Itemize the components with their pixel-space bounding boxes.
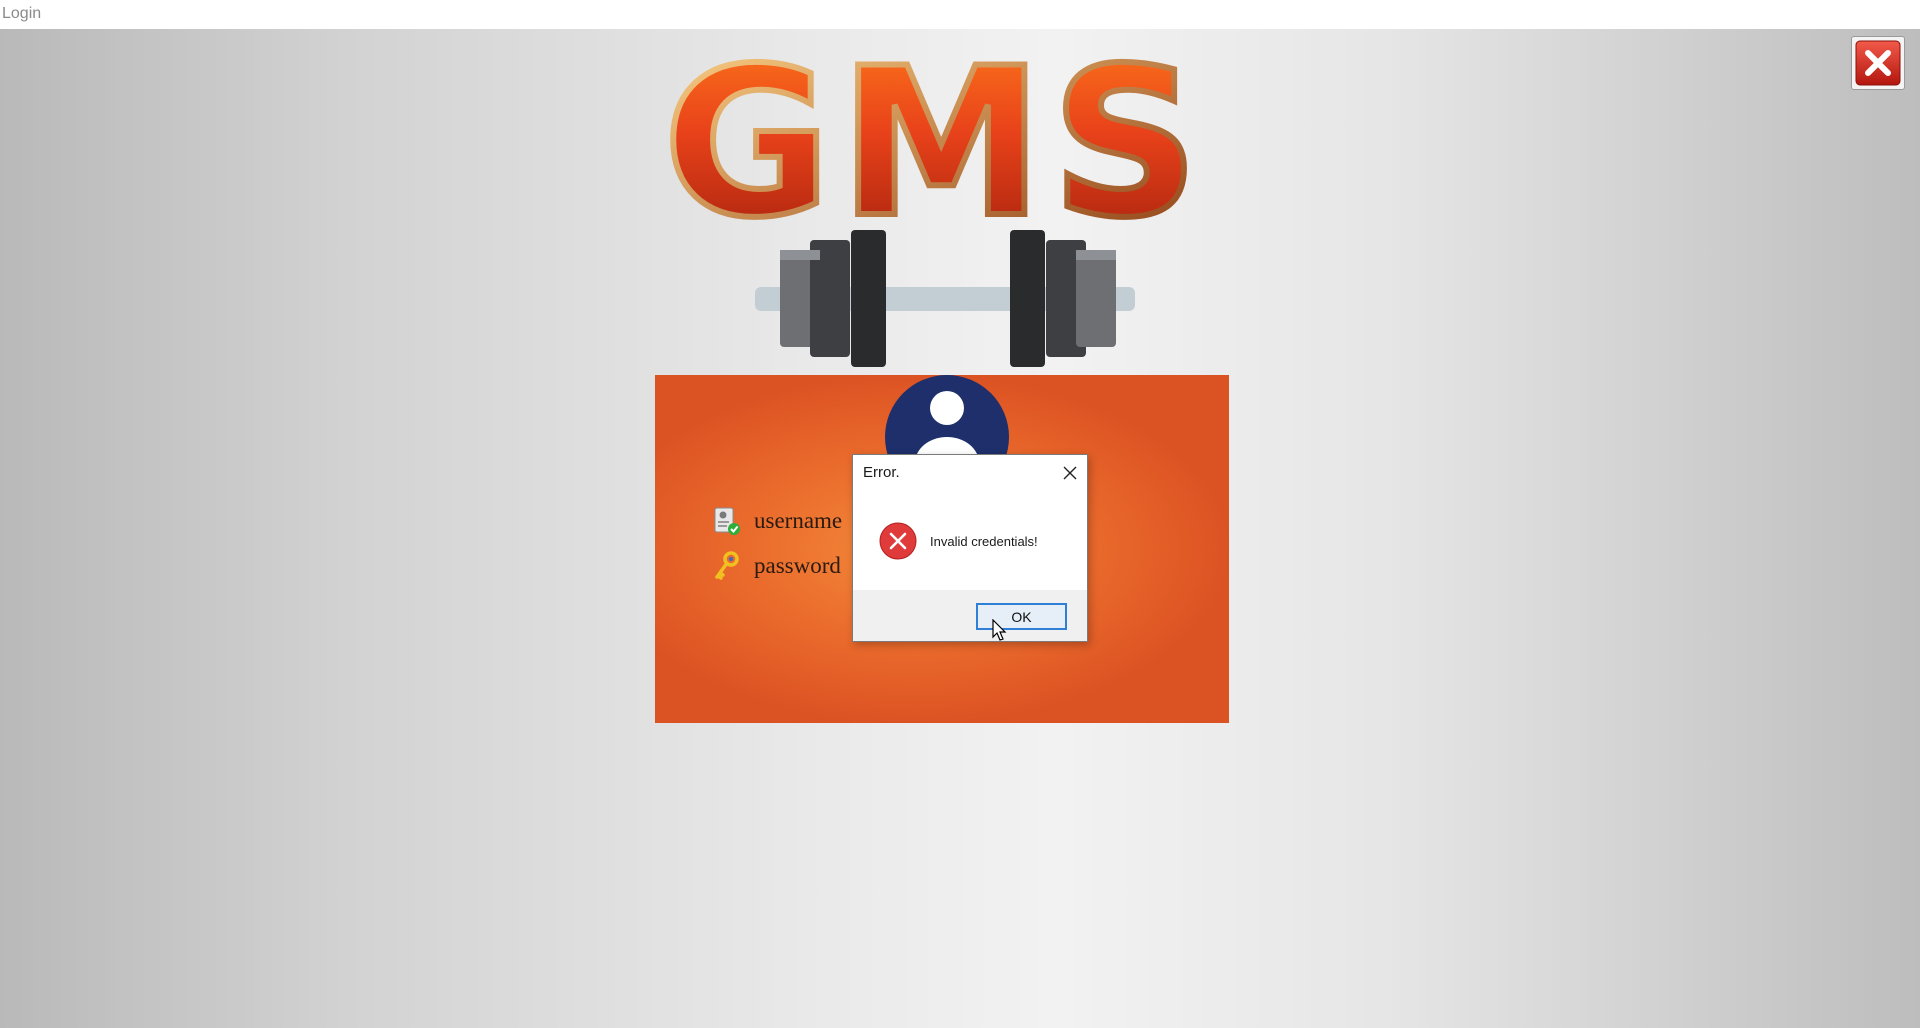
user-id-icon — [714, 507, 740, 535]
password-label: password — [754, 553, 841, 578]
username-row: username — [710, 505, 842, 537]
ok-button[interactable]: OK — [976, 603, 1067, 630]
barbell-icon — [755, 230, 1135, 367]
error-icon — [879, 522, 917, 560]
username-label: username — [754, 508, 843, 533]
logo-text: GMS — [663, 36, 1207, 236]
title-bar: Login — [0, 0, 1920, 29]
close-icon[interactable] — [1059, 462, 1081, 484]
password-row: password — [710, 550, 841, 582]
user-avatar-icon — [885, 375, 1009, 465]
close-x-icon — [1855, 40, 1901, 86]
error-dialog: Error. Invalid credentials! OK — [852, 454, 1088, 642]
key-icon — [715, 551, 739, 580]
gms-logo: GMS — [660, 36, 1207, 236]
dialog-message: Invalid credentials! — [930, 534, 1038, 549]
dialog-title: Error. — [863, 464, 900, 481]
window-title: Login — [2, 5, 42, 22]
app-close-button[interactable] — [1851, 36, 1905, 90]
mouse-cursor-icon — [992, 619, 1007, 641]
